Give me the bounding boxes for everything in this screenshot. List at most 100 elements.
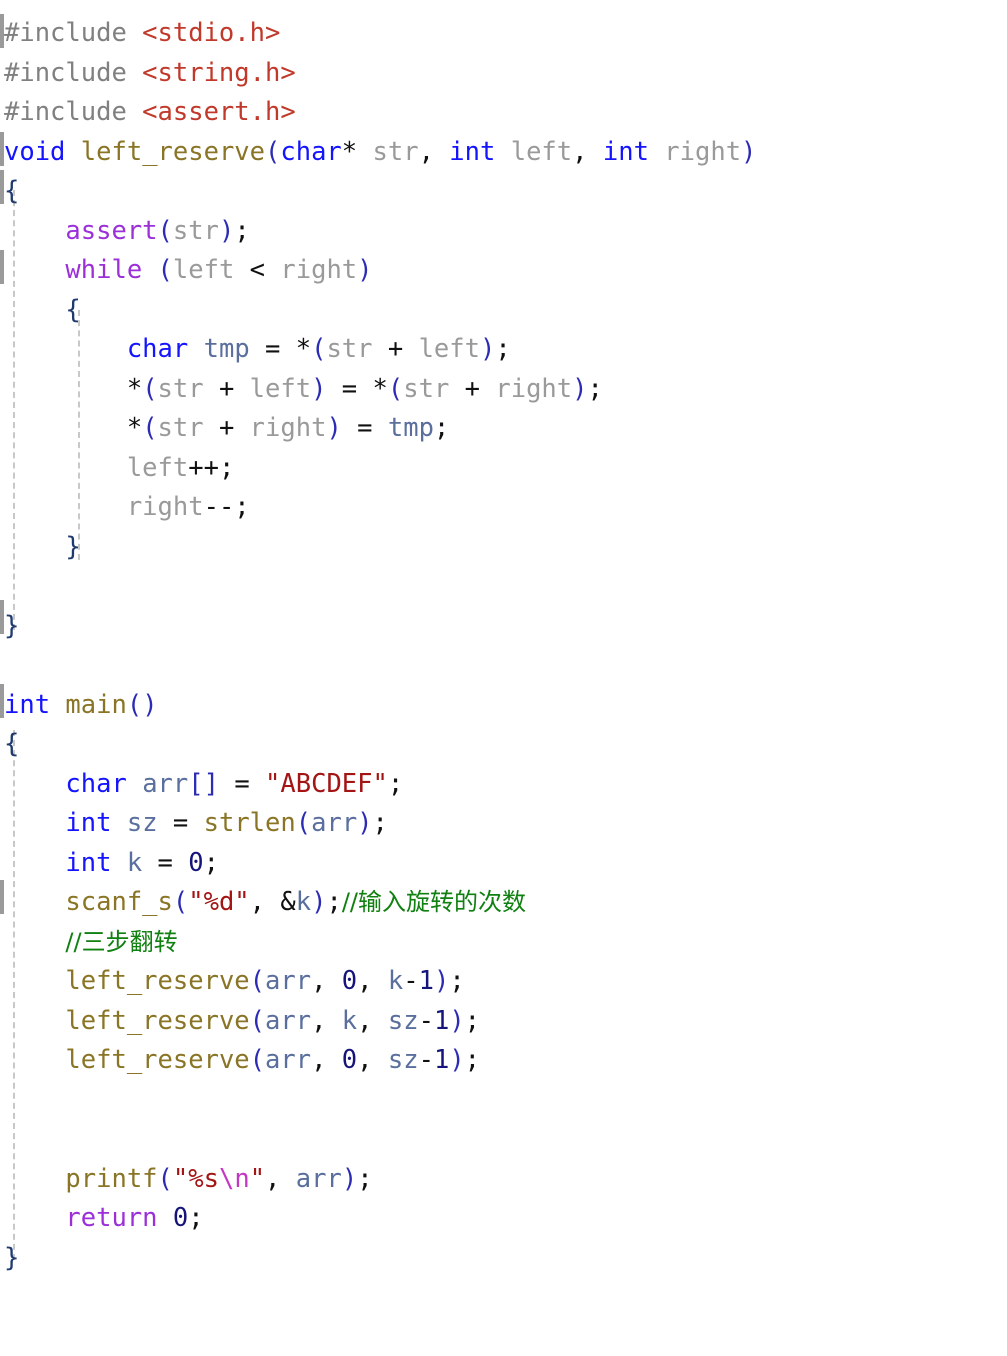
- code-token: ,: [265, 1163, 296, 1194]
- code-line[interactable]: left_reserve(arr, k, sz-1);: [4, 1002, 480, 1042]
- code-line[interactable]: left_reserve(arr, 0, k-1);: [4, 962, 464, 1002]
- code-token: =: [341, 413, 388, 443]
- code-token: <stdio.h>: [142, 18, 281, 48]
- code-token: right: [664, 136, 742, 167]
- code-token: left_reserve: [65, 1045, 250, 1075]
- code-line[interactable]: //三步翻转: [4, 923, 178, 963]
- code-token: char: [65, 768, 127, 799]
- code-token: (: [249, 1005, 266, 1036]
- code-token: ;: [587, 373, 603, 404]
- code-token: #include: [4, 97, 143, 127]
- code-token: (: [387, 373, 404, 404]
- code-line[interactable]: *(str + right) = tmp;: [4, 409, 449, 449]
- code-token: str: [172, 215, 219, 246]
- code-token: []: [188, 768, 219, 799]
- code-line[interactable]: {: [4, 725, 19, 765]
- code-token: 1: [433, 1045, 450, 1075]
- code-token: ++;: [188, 452, 235, 483]
- code-token: ): [480, 334, 496, 364]
- code-token: return: [65, 1203, 158, 1233]
- code-line[interactable]: #include <assert.h>: [4, 93, 296, 133]
- code-token: ,: [357, 966, 388, 996]
- code-line[interactable]: {: [4, 291, 80, 331]
- code-line[interactable]: *(str + left) = *(str + right);: [4, 370, 603, 410]
- code-line[interactable]: scanf_s("%d", &k);//输入旋转的次数: [4, 883, 526, 923]
- code-token: ;: [464, 1045, 481, 1075]
- code-token: 0: [341, 966, 358, 996]
- code-token: str: [372, 136, 419, 167]
- code-token: left: [249, 373, 312, 404]
- code-token: -: [403, 966, 419, 996]
- code-line[interactable]: int k = 0;: [4, 844, 219, 884]
- code-token: --;: [203, 492, 250, 522]
- code-token: ): [218, 215, 235, 246]
- code-line[interactable]: int main(): [4, 686, 158, 726]
- code-line[interactable]: [4, 646, 19, 686]
- code-line[interactable]: {: [4, 172, 19, 212]
- code-token: k: [295, 887, 312, 917]
- code-line[interactable]: }: [4, 528, 80, 568]
- code-line[interactable]: return 0;: [4, 1199, 203, 1239]
- code-token: 1: [418, 966, 434, 996]
- code-line[interactable]: right--;: [4, 488, 250, 528]
- code-token: *: [341, 136, 358, 167]
- code-token: //三步翻转: [65, 927, 178, 956]
- code-token: (: [295, 808, 312, 838]
- code-token: left: [510, 136, 573, 167]
- code-token: &: [280, 887, 296, 917]
- code-token: }: [4, 1242, 20, 1273]
- code-editor-surface[interactable]: #include <stdio.h> #include <string.h> #in…: [0, 0, 1007, 1356]
- code-line[interactable]: int sz = strlen(arr);: [4, 804, 387, 844]
- code-line[interactable]: left_reserve(arr, 0, sz-1);: [4, 1041, 480, 1081]
- code-token: left: [126, 452, 189, 483]
- code-token: +: [203, 373, 250, 404]
- code-line[interactable]: #include <stdio.h>: [4, 14, 280, 54]
- code-line[interactable]: printf("%s\n", arr);: [4, 1160, 372, 1200]
- code-line[interactable]: #include <string.h>: [4, 54, 296, 94]
- code-line[interactable]: }: [4, 1239, 19, 1279]
- code-token: }: [4, 610, 20, 641]
- code-token: -: [418, 1045, 434, 1075]
- code-token: ): [741, 136, 757, 167]
- code-line[interactable]: left++;: [4, 449, 234, 489]
- code-token: ,: [418, 136, 450, 167]
- code-token: strlen: [203, 808, 296, 838]
- code-token: *: [372, 373, 388, 404]
- code-token: *: [126, 373, 143, 404]
- code-token: "%d": [188, 887, 250, 917]
- code-line[interactable]: while (left < right): [4, 251, 372, 291]
- code-token: ,: [249, 887, 281, 917]
- code-line[interactable]: [4, 1120, 19, 1160]
- code-token: ): [326, 413, 342, 443]
- code-token: sz: [126, 808, 158, 838]
- code-token: (: [172, 887, 189, 917]
- code-line[interactable]: assert(str);: [4, 212, 249, 252]
- code-token: ): [311, 887, 327, 917]
- code-line[interactable]: void left_reserve(char* str, int left, i…: [4, 133, 756, 173]
- code-token: arr: [265, 966, 312, 996]
- code-line[interactable]: char arr[] = "ABCDEF";: [4, 765, 403, 805]
- code-line[interactable]: [4, 567, 19, 607]
- code-token: {: [4, 729, 20, 759]
- code-token: (: [157, 255, 173, 285]
- code-token: <string.h>: [142, 57, 296, 88]
- code-token: right: [280, 255, 358, 285]
- code-line[interactable]: char tmp = *(str + left);: [4, 330, 511, 370]
- code-token: 0: [341, 1045, 358, 1075]
- code-token: ,: [311, 966, 342, 996]
- code-line[interactable]: [4, 1081, 19, 1121]
- code-line[interactable]: }: [4, 607, 19, 647]
